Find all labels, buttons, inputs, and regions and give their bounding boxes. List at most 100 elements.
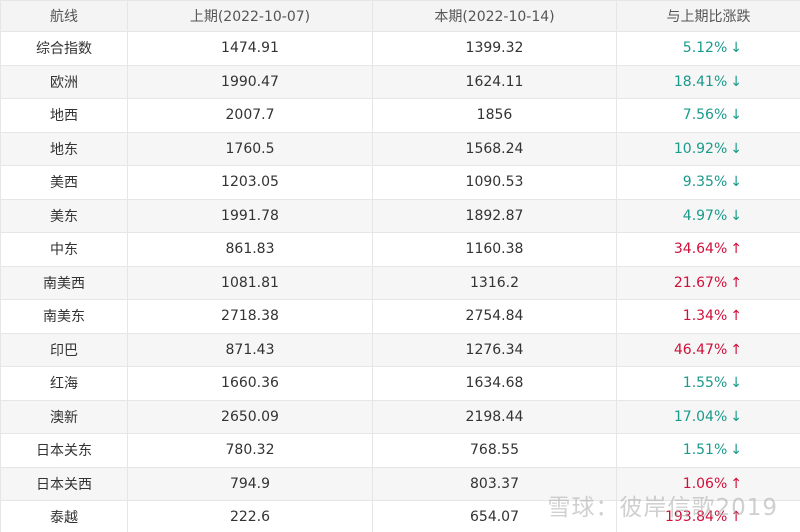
table-row: 地东 1760.5 1568.24 10.92% ↓ bbox=[0, 131, 800, 166]
arrow-down-icon: ↓ bbox=[730, 408, 742, 425]
table-row: 美东 1991.78 1892.87 4.97% ↓ bbox=[0, 198, 800, 233]
current-value-cell: 654.07 bbox=[372, 500, 617, 532]
current-value-cell: 1090.53 bbox=[372, 165, 617, 200]
route-cell: 南美西 bbox=[0, 265, 128, 300]
current-value-cell: 1160.38 bbox=[372, 232, 617, 267]
arrow-up-icon: ↑ bbox=[730, 241, 742, 258]
route-cell: 综合指数 bbox=[0, 31, 128, 66]
change-cell: 17.04% ↓ bbox=[616, 399, 800, 434]
route-cell: 美西 bbox=[0, 165, 128, 200]
table-row: 美西 1203.05 1090.53 9.35% ↓ bbox=[0, 165, 800, 200]
route-cell: 南美东 bbox=[0, 299, 128, 334]
change-value: 17.04% bbox=[673, 408, 728, 425]
arrow-up-icon: ↑ bbox=[730, 341, 742, 358]
route-cell: 美东 bbox=[0, 198, 128, 233]
change-value: 34.64% bbox=[673, 241, 728, 258]
arrow-down-icon: ↓ bbox=[730, 40, 742, 57]
previous-value-cell: 794.9 bbox=[127, 466, 373, 501]
arrow-down-icon: ↓ bbox=[730, 375, 742, 392]
change-value: 18.41% bbox=[673, 73, 728, 90]
change-cell: 1.51% ↓ bbox=[616, 433, 800, 468]
current-value-cell: 803.37 bbox=[372, 466, 617, 501]
change-value: 1.55% bbox=[682, 375, 728, 392]
arrow-down-icon: ↓ bbox=[730, 73, 742, 90]
table-row: 欧洲 1990.47 1624.11 18.41% ↓ bbox=[0, 64, 800, 99]
change-value: 1.51% bbox=[682, 442, 728, 459]
change-value: 7.56% bbox=[682, 107, 728, 124]
change-cell: 4.97% ↓ bbox=[616, 198, 800, 233]
previous-value-cell: 871.43 bbox=[127, 332, 373, 367]
previous-value-cell: 1760.5 bbox=[127, 131, 373, 166]
previous-value-cell: 1991.78 bbox=[127, 198, 373, 233]
change-value: 1.34% bbox=[682, 308, 728, 325]
table-row: 日本关东 780.32 768.55 1.51% ↓ bbox=[0, 433, 800, 468]
current-value-cell: 768.55 bbox=[372, 433, 617, 468]
previous-value-cell: 2718.38 bbox=[127, 299, 373, 334]
header-previous-period: 上期(2022-10-07) bbox=[127, 0, 373, 32]
arrow-down-icon: ↓ bbox=[730, 442, 742, 459]
table-row: 印巴 871.43 1276.34 46.47% ↑ bbox=[0, 332, 800, 367]
arrow-up-icon: ↑ bbox=[730, 509, 742, 526]
route-cell: 红海 bbox=[0, 366, 128, 401]
change-cell: 34.64% ↑ bbox=[616, 232, 800, 267]
change-value: 193.84% bbox=[664, 509, 728, 526]
header-current-period: 本期(2022-10-14) bbox=[372, 0, 617, 32]
arrow-down-icon: ↓ bbox=[730, 174, 742, 191]
route-cell: 中东 bbox=[0, 232, 128, 267]
change-cell: 9.35% ↓ bbox=[616, 165, 800, 200]
change-value: 5.12% bbox=[682, 40, 728, 57]
route-cell: 泰越 bbox=[0, 500, 128, 532]
arrow-down-icon: ↓ bbox=[730, 207, 742, 224]
change-cell: 1.06% ↑ bbox=[616, 466, 800, 501]
change-cell: 21.67% ↑ bbox=[616, 265, 800, 300]
previous-value-cell: 1474.91 bbox=[127, 31, 373, 66]
table-row: 地西 2007.7 1856 7.56% ↓ bbox=[0, 98, 800, 133]
previous-value-cell: 222.6 bbox=[127, 500, 373, 532]
freight-index-table: 航线 上期(2022-10-07) 本期(2022-10-14) 与上期比涨跌 … bbox=[0, 0, 800, 532]
arrow-up-icon: ↑ bbox=[730, 274, 742, 291]
change-cell: 46.47% ↑ bbox=[616, 332, 800, 367]
previous-value-cell: 1081.81 bbox=[127, 265, 373, 300]
table-row: 综合指数 1474.91 1399.32 5.12% ↓ bbox=[0, 31, 800, 66]
table-header: 航线 上期(2022-10-07) 本期(2022-10-14) 与上期比涨跌 bbox=[0, 0, 800, 32]
change-value: 4.97% bbox=[682, 207, 728, 224]
previous-value-cell: 2007.7 bbox=[127, 98, 373, 133]
table-row: 泰越 222.6 654.07 193.84% ↑ bbox=[0, 500, 800, 532]
arrow-down-icon: ↓ bbox=[730, 140, 742, 157]
previous-value-cell: 1660.36 bbox=[127, 366, 373, 401]
previous-value-cell: 1990.47 bbox=[127, 64, 373, 99]
previous-value-cell: 2650.09 bbox=[127, 399, 373, 434]
table-row: 南美西 1081.81 1316.2 21.67% ↑ bbox=[0, 265, 800, 300]
change-cell: 7.56% ↓ bbox=[616, 98, 800, 133]
route-cell: 地西 bbox=[0, 98, 128, 133]
current-value-cell: 1316.2 bbox=[372, 265, 617, 300]
current-value-cell: 2754.84 bbox=[372, 299, 617, 334]
arrow-up-icon: ↑ bbox=[730, 475, 742, 492]
current-value-cell: 1399.32 bbox=[372, 31, 617, 66]
change-value: 46.47% bbox=[673, 341, 728, 358]
freight-index-table-container: 航线 上期(2022-10-07) 本期(2022-10-14) 与上期比涨跌 … bbox=[0, 0, 800, 532]
change-value: 21.67% bbox=[673, 274, 728, 291]
change-cell: 193.84% ↑ bbox=[616, 500, 800, 532]
current-value-cell: 1276.34 bbox=[372, 332, 617, 367]
current-value-cell: 1568.24 bbox=[372, 131, 617, 166]
previous-value-cell: 1203.05 bbox=[127, 165, 373, 200]
header-change: 与上期比涨跌 bbox=[616, 0, 800, 32]
previous-value-cell: 780.32 bbox=[127, 433, 373, 468]
change-cell: 18.41% ↓ bbox=[616, 64, 800, 99]
change-value: 9.35% bbox=[682, 174, 728, 191]
current-value-cell: 1624.11 bbox=[372, 64, 617, 99]
arrow-down-icon: ↓ bbox=[730, 107, 742, 124]
table-row: 日本关西 794.9 803.37 1.06% ↑ bbox=[0, 466, 800, 501]
change-cell: 10.92% ↓ bbox=[616, 131, 800, 166]
header-route: 航线 bbox=[0, 0, 128, 32]
previous-value-cell: 861.83 bbox=[127, 232, 373, 267]
route-cell: 欧洲 bbox=[0, 64, 128, 99]
route-cell: 日本关西 bbox=[0, 466, 128, 501]
table-body: 综合指数 1474.91 1399.32 5.12% ↓ 欧洲 1990.47 1624.11… bbox=[0, 31, 800, 532]
table-row: 澳新 2650.09 2198.44 17.04% ↓ bbox=[0, 399, 800, 434]
header-row: 航线 上期(2022-10-07) 本期(2022-10-14) 与上期比涨跌 bbox=[0, 0, 800, 32]
current-value-cell: 2198.44 bbox=[372, 399, 617, 434]
table-row: 中东 861.83 1160.38 34.64% ↑ bbox=[0, 232, 800, 267]
current-value-cell: 1892.87 bbox=[372, 198, 617, 233]
